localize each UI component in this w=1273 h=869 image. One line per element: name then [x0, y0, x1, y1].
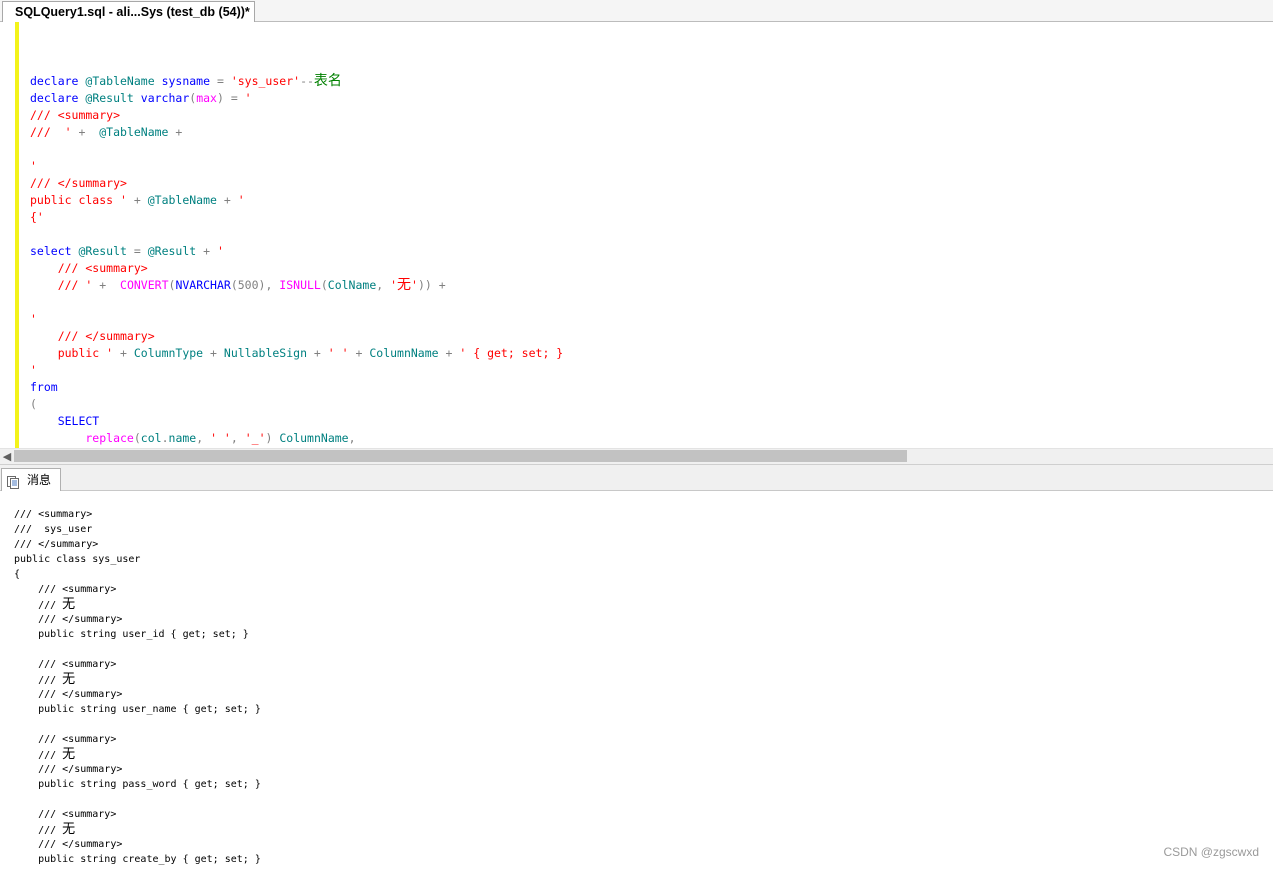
code-line[interactable]: /// </summary> — [30, 175, 563, 192]
code-line[interactable]: ' — [30, 311, 563, 328]
messages-icon — [7, 474, 19, 489]
code-line[interactable]: ( — [30, 396, 563, 413]
code-line[interactable] — [30, 56, 563, 73]
editor-horizontal-scrollbar[interactable]: ◀ — [0, 448, 1273, 464]
code-line[interactable]: /// ' + @TableName + — [30, 124, 563, 141]
code-line[interactable]: declare @TableName sysname = 'sys_user'-… — [30, 73, 563, 90]
code-line[interactable]: /// <summary> — [30, 107, 563, 124]
code-line[interactable]: replace(col.name, ' ', '_') ColumnName, — [30, 430, 563, 447]
document-tab-title: SQLQuery1.sql - ali...Sys (test_db (54))… — [15, 5, 250, 19]
results-tab-bar: 消息 — [0, 465, 1273, 491]
message-line: /// 无 — [14, 747, 76, 762]
message-line: /// 无 — [14, 822, 76, 837]
message-line: /// </summary> — [14, 764, 123, 775]
code-line[interactable]: from — [30, 379, 563, 396]
code-line[interactable]: {' — [30, 209, 563, 226]
message-line: /// 无 — [14, 672, 76, 687]
message-line: public string create_by { get; set; } — [14, 854, 261, 865]
document-tab-sqlquery1[interactable]: SQLQuery1.sql - ali...Sys (test_db (54))… — [2, 1, 255, 22]
message-line: /// </summary> — [14, 689, 123, 700]
message-line: /// sys_user — [14, 524, 93, 535]
watermark: CSDN @zgscwxd — [1163, 845, 1259, 859]
message-line: public string pass_word { get; set; } — [14, 779, 261, 790]
code-line[interactable] — [30, 226, 563, 243]
message-line: /// <summary> — [14, 734, 117, 745]
scrollbar-thumb[interactable] — [14, 450, 907, 462]
message-line: public class sys_user — [14, 554, 141, 565]
code-line[interactable]: public class ' + @TableName + ' — [30, 192, 563, 209]
sql-editor[interactable]: declare @TableName sysname = 'sys_user'-… — [0, 22, 1273, 448]
message-line: /// <summary> — [14, 584, 117, 595]
message-line: public string user_name { get; set; } — [14, 704, 261, 715]
message-line: /// </summary> — [14, 614, 123, 625]
message-line: /// 无 — [14, 597, 76, 612]
message-line: /// </summary> — [14, 839, 123, 850]
code-line[interactable]: /// </summary> — [30, 328, 563, 345]
code-line[interactable]: public ' + ColumnType + NullableSign + '… — [30, 345, 564, 362]
document-tab-bar: SQLQuery1.sql - ali...Sys (test_db (54))… — [0, 0, 1273, 22]
message-line: { — [14, 569, 21, 580]
code-line[interactable]: select @Result = @Result + ' — [30, 243, 563, 260]
message-line — [14, 792, 261, 807]
code-line[interactable]: ' — [30, 158, 563, 175]
code-line[interactable] — [30, 39, 563, 56]
code-line[interactable] — [30, 141, 563, 158]
message-line: public string user_id { get; set; } — [14, 629, 249, 640]
message-line — [14, 717, 261, 732]
message-line: /// </summary> — [14, 539, 99, 550]
code-line[interactable]: SELECT — [30, 413, 563, 430]
message-line: /// <summary> — [14, 659, 117, 670]
code-line[interactable]: ' — [30, 362, 563, 379]
tab-messages-label: 消息 — [27, 473, 52, 487]
code-line[interactable]: /// <summary> — [30, 260, 563, 277]
change-marker-bar — [15, 22, 19, 448]
message-line — [14, 642, 261, 657]
message-line: /// <summary> — [14, 809, 117, 820]
code-line[interactable]: declare @Result varchar(max) = ' — [30, 90, 563, 107]
message-line: /// <summary> — [14, 509, 93, 520]
code-line[interactable] — [30, 22, 563, 39]
scroll-left-icon[interactable]: ◀ — [2, 449, 12, 464]
tab-messages[interactable]: 消息 — [1, 468, 61, 491]
sql-code-area[interactable]: declare @TableName sysname = 'sys_user'-… — [30, 22, 563, 447]
code-line[interactable] — [30, 294, 563, 311]
messages-output: /// <summary> /// sys_user /// </summary> p… — [14, 507, 261, 867]
code-line[interactable]: /// ' + CONVERT(NVARCHAR(500), ISNULL(Co… — [30, 277, 563, 294]
